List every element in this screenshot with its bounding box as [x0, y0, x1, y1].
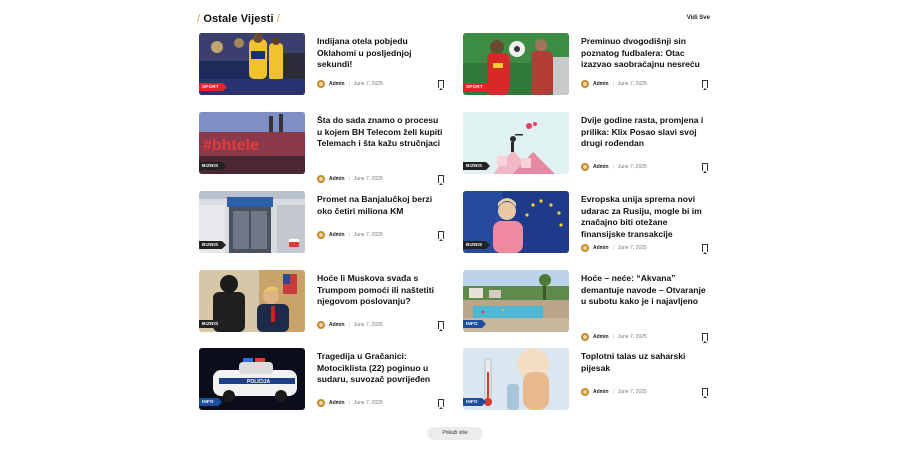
category-badge: SPORT	[199, 83, 227, 91]
publish-date: June 7, 2025	[353, 175, 383, 182]
author-avatar	[317, 174, 325, 183]
news-meta: Admin | June 7, 2025	[581, 162, 647, 171]
news-card[interactable]: SPORT Preminuo dvogodišnji sin poznatog …	[463, 33, 713, 97]
bookmark-icon[interactable]	[438, 231, 444, 241]
bookmark-icon[interactable]	[438, 321, 444, 331]
news-thumbnail[interactable]: POLICIJA INFO	[199, 348, 305, 410]
category-badge: INFO	[463, 398, 486, 406]
news-card[interactable]: INFO Toplotni talas uz saharski pijesak …	[463, 348, 713, 412]
category-badge: INFO	[199, 398, 222, 406]
bookmark-icon[interactable]	[702, 244, 708, 254]
publish-date: June 7, 2025	[353, 80, 383, 87]
news-card[interactable]: BIZNIS Promet na Banjalučkoj berzi oko č…	[199, 191, 449, 255]
publish-date: June 7, 2025	[617, 163, 647, 170]
publish-date: June 7, 2025	[353, 321, 383, 328]
bookmark-icon[interactable]	[702, 388, 708, 398]
news-thumbnail[interactable]: INFO	[463, 348, 569, 410]
news-meta: Admin | June 7, 2025	[317, 174, 383, 183]
bookmark-icon[interactable]	[702, 163, 708, 173]
news-meta: Admin | June 7, 2025	[317, 230, 383, 239]
news-headline[interactable]: Promet na Banjalučkoj berzi oko četiri m…	[317, 194, 445, 217]
news-headline[interactable]: Preminuo dvogodišnji sin poznatog fudbal…	[581, 36, 709, 71]
author-avatar	[581, 162, 589, 171]
author-name: Admin	[593, 163, 609, 170]
news-headline[interactable]: Šta do sada znamo o procesu u kojem BH T…	[317, 115, 445, 150]
author-avatar	[581, 243, 589, 252]
news-thumbnail[interactable]: SPORT	[463, 33, 569, 95]
news-card[interactable]: #bhtele BIZNIS Šta do sada znamo o proce…	[199, 112, 449, 185]
load-more-button[interactable]: Prikaži više	[427, 427, 483, 440]
section-header: / Ostale Vijesti / Vidi Sve	[197, 12, 712, 28]
news-card[interactable]: BIZNIS Dvije godine rasta, promjena i pr…	[463, 112, 713, 176]
category-badge: BIZNIS	[463, 241, 491, 249]
author-name: Admin	[329, 175, 345, 182]
news-thumbnail[interactable]: #bhtele BIZNIS	[199, 112, 305, 174]
category-badge: BIZNIS	[463, 162, 491, 170]
news-meta: Admin | June 7, 2025	[581, 79, 647, 88]
bookmark-icon[interactable]	[702, 80, 708, 90]
category-badge: BIZNIS	[199, 320, 227, 328]
news-headline[interactable]: Hoće – neće: “Akvana” demantuje navode –…	[581, 273, 709, 308]
author-name: Admin	[329, 399, 345, 406]
news-headline[interactable]: Evropska unija sprema novi udarac za Rus…	[581, 194, 709, 240]
author-name: Admin	[593, 244, 609, 251]
author-avatar	[581, 387, 589, 396]
author-name: Admin	[593, 80, 609, 87]
publish-date: June 7, 2025	[353, 231, 383, 238]
news-thumbnail[interactable]: BIZNIS	[199, 270, 305, 332]
news-thumbnail[interactable]: BIZNIS	[463, 191, 569, 253]
news-card[interactable]: BIZNIS Evropska unija sprema novi udarac…	[463, 191, 713, 255]
publish-date: June 7, 2025	[617, 244, 647, 251]
author-avatar	[317, 79, 325, 88]
news-card[interactable]: POLICIJA INFO Tragedija u Gračanici: Mot…	[199, 348, 449, 412]
bookmark-icon[interactable]	[438, 399, 444, 409]
publish-date: June 7, 2025	[617, 333, 647, 340]
category-badge: BIZNIS	[199, 241, 227, 249]
news-meta: Admin | June 7, 2025	[317, 79, 383, 88]
category-badge: INFO	[463, 320, 486, 328]
author-avatar	[581, 332, 589, 341]
bookmark-icon[interactable]	[438, 175, 444, 185]
author-name: Admin	[329, 231, 345, 238]
news-thumbnail[interactable]: BIZNIS	[463, 112, 569, 174]
publish-date: June 7, 2025	[617, 388, 647, 395]
bookmark-icon[interactable]	[702, 333, 708, 343]
news-meta: Admin | June 7, 2025	[317, 398, 383, 407]
author-avatar	[317, 320, 325, 329]
news-headline[interactable]: Hoće li Muskova svađa s Trumpom pomoći i…	[317, 273, 445, 308]
author-name: Admin	[593, 333, 609, 340]
news-thumbnail[interactable]: BIZNIS	[199, 191, 305, 253]
news-headline[interactable]: Toplotni talas uz saharski pijesak	[581, 351, 709, 374]
author-avatar	[581, 79, 589, 88]
news-card[interactable]: SPORT Indijana otela pobjedu Oklahomi u …	[199, 33, 449, 97]
news-meta: Admin | June 7, 2025	[581, 332, 647, 341]
other-news-section: / Ostale Vijesti / Vidi Sve SPORT Indija…	[197, 12, 712, 410]
news-card[interactable]: INFO Hoće – neće: “Akvana” demantuje nav…	[463, 270, 713, 343]
news-thumbnail[interactable]: INFO	[463, 270, 569, 332]
news-headline[interactable]: Indijana otela pobjedu Oklahomi u poslje…	[317, 36, 445, 71]
author-avatar	[317, 398, 325, 407]
author-avatar	[317, 230, 325, 239]
author-name: Admin	[593, 388, 609, 395]
publish-date: June 7, 2025	[353, 399, 383, 406]
svg-text:POLICIJA: POLICIJA	[247, 379, 270, 385]
news-headline[interactable]: Dvije godine rasta, promjena i prilika: …	[581, 115, 709, 150]
bookmark-icon[interactable]	[438, 80, 444, 90]
news-meta: Admin | June 7, 2025	[581, 243, 647, 252]
news-card[interactable]: BIZNIS Hoće li Muskova svađa s Trumpom p…	[199, 270, 449, 334]
news-thumbnail[interactable]: SPORT	[199, 33, 305, 95]
author-name: Admin	[329, 80, 345, 87]
svg-text:#bhtele: #bhtele	[203, 137, 259, 154]
section-title: / Ostale Vijesti /	[197, 13, 280, 25]
news-headline[interactable]: Tragedija u Gračanici: Motociklista (22)…	[317, 351, 445, 386]
category-badge: BIZNIS	[199, 162, 227, 170]
category-badge: SPORT	[463, 83, 491, 91]
publish-date: June 7, 2025	[617, 80, 647, 87]
view-all-link[interactable]: Vidi Sve	[687, 15, 710, 21]
author-name: Admin	[329, 321, 345, 328]
news-meta: Admin | June 7, 2025	[317, 320, 383, 329]
news-meta: Admin | June 7, 2025	[581, 387, 647, 396]
